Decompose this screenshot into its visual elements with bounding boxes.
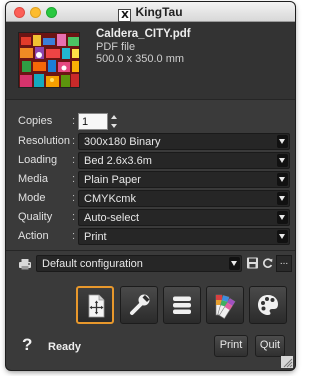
action-value: Print <box>84 231 107 243</box>
media-label: Media <box>18 173 48 185</box>
mode-value: CMYKcmk <box>84 193 136 205</box>
quit-button[interactable]: Quit <box>255 335 285 357</box>
loading-colon: : <box>72 154 76 166</box>
action-row: Action : Print <box>6 227 295 247</box>
layout-move-icon <box>88 294 105 318</box>
media-select[interactable]: Plain Paper <box>78 171 290 188</box>
settings-tool-button[interactable] <box>120 286 158 324</box>
resolution-select[interactable]: 300x180 Binary <box>78 133 290 150</box>
configuration-bar: Default configuration ... <box>6 254 295 274</box>
loading-select[interactable]: Bed 2.6x3.6m <box>78 152 290 169</box>
status-text: Ready <box>48 341 82 353</box>
chevron-down-icon <box>277 192 288 205</box>
refresh-icon[interactable] <box>261 256 274 270</box>
media-value: Plain Paper <box>84 174 141 186</box>
file-type: PDF file <box>96 41 136 53</box>
kingtau-window: X KingTau Caldera_CITY.pdf PDF file 500.… <box>6 2 295 370</box>
copies-colon: : <box>72 115 76 127</box>
media-colon: : <box>72 173 76 185</box>
file-info-panel: Caldera_CITY.pdf PDF file 500.0 x 350.0 … <box>6 22 295 100</box>
chevron-down-icon <box>229 257 240 270</box>
action-select[interactable]: Print <box>78 228 290 245</box>
print-button[interactable]: Print <box>214 335 248 357</box>
color-swatches-icon <box>215 294 236 319</box>
printer-config-icon <box>18 258 32 270</box>
appearance-tool-button[interactable] <box>249 286 287 324</box>
resolution-value: 300x180 Binary <box>84 136 161 148</box>
save-icon[interactable] <box>246 256 259 270</box>
list-icon <box>173 296 191 314</box>
copies-increment-button[interactable] <box>110 113 118 121</box>
chevron-down-icon <box>277 154 288 167</box>
copies-decrement-button[interactable] <box>110 122 118 130</box>
file-name: Caldera_CITY.pdf <box>96 28 191 40</box>
configuration-value: Default configuration <box>42 258 143 270</box>
mode-row: Mode : CMYKcmk <box>6 189 295 209</box>
city-illustration-thumbnail <box>18 32 80 88</box>
palette-icon <box>258 295 278 315</box>
section-divider <box>6 250 295 251</box>
resolution-row: Resolution : 300x180 Binary <box>6 132 295 152</box>
configuration-select[interactable]: Default configuration <box>36 255 242 272</box>
queue-tool-button[interactable] <box>163 286 201 324</box>
chevron-down-icon <box>277 211 288 224</box>
copies-input[interactable]: 1 <box>78 113 108 130</box>
media-row: Media : Plain Paper <box>6 170 295 190</box>
wrench-icon <box>130 294 150 315</box>
copies-label: Copies <box>18 115 53 127</box>
layout-tool-button[interactable] <box>76 286 114 324</box>
quality-value: Auto-select <box>84 212 140 224</box>
quality-colon: : <box>72 211 76 223</box>
title-bar: X KingTau <box>6 2 295 22</box>
tool-button-row <box>6 286 295 324</box>
chevron-down-icon <box>277 173 288 186</box>
chevron-down-icon <box>277 135 288 148</box>
resize-grip-icon[interactable] <box>281 356 293 368</box>
footer-bar: ? Ready Print Quit <box>6 332 295 362</box>
chevron-down-icon <box>277 230 288 243</box>
mode-colon: : <box>72 192 76 204</box>
color-tool-button[interactable] <box>206 286 244 324</box>
file-dimensions: 500.0 x 350.0 mm <box>96 53 185 65</box>
resolution-colon: : <box>72 135 76 147</box>
action-colon: : <box>72 230 76 242</box>
window-title-group: X KingTau <box>6 5 295 22</box>
loading-label: Loading <box>18 154 58 166</box>
more-options-button[interactable]: ... <box>276 255 292 272</box>
action-label: Action <box>18 230 49 242</box>
help-icon[interactable]: ? <box>22 335 32 355</box>
mode-select[interactable]: CMYKcmk <box>78 190 290 207</box>
resolution-label: Resolution <box>18 135 70 147</box>
loading-row: Loading : Bed 2.6x3.6m <box>6 151 295 171</box>
quality-select[interactable]: Auto-select <box>78 209 290 226</box>
loading-value: Bed 2.6x3.6m <box>84 155 152 167</box>
mode-label: Mode <box>18 192 46 204</box>
app-logo-icon: X <box>118 9 132 22</box>
window-title: KingTau <box>135 5 183 19</box>
quality-row: Quality : Auto-select <box>6 208 295 228</box>
quality-label: Quality <box>18 211 53 223</box>
copies-row: Copies : 1 <box>6 112 295 132</box>
